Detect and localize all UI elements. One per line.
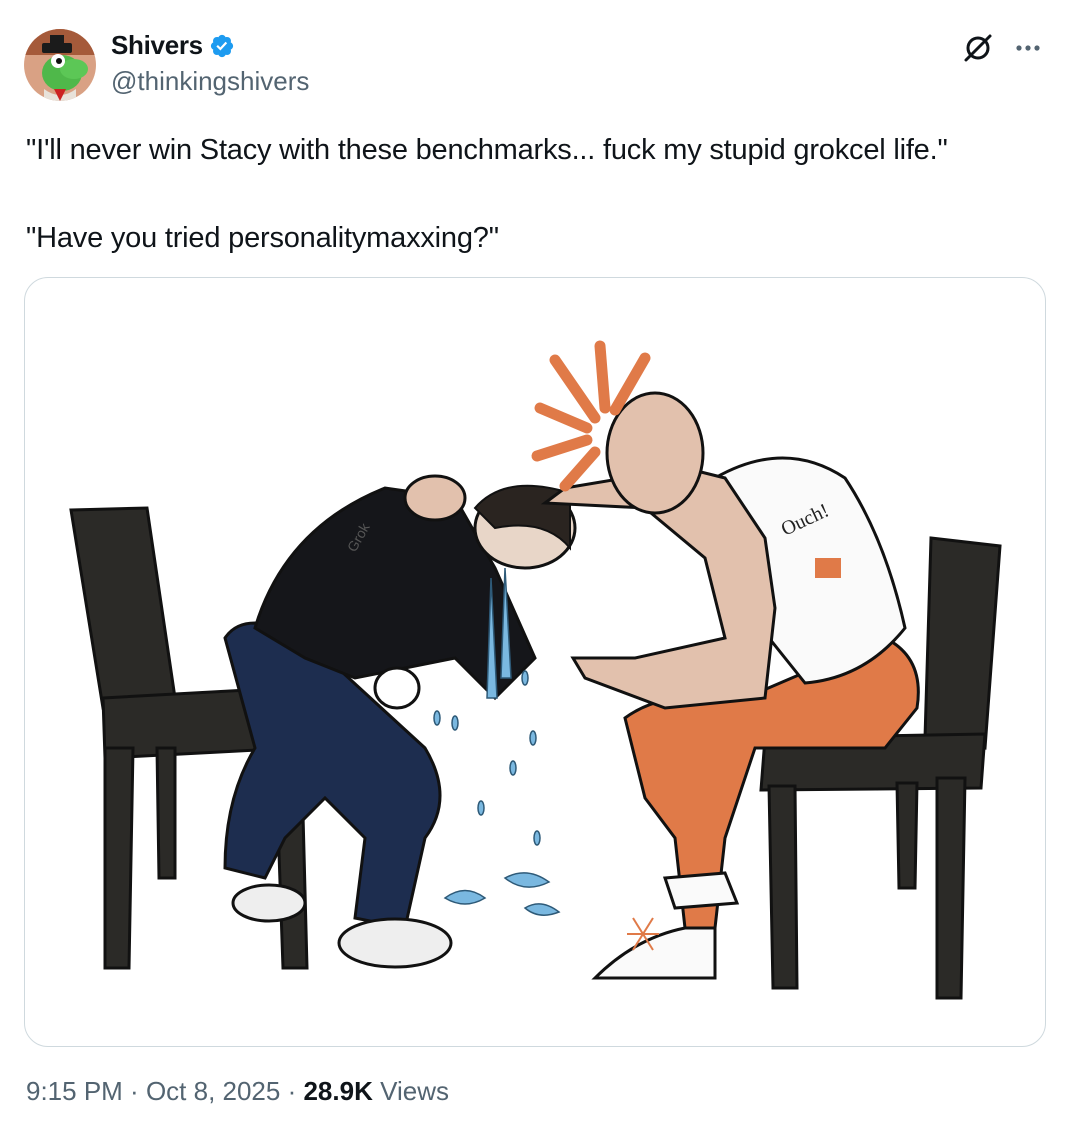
views-count: 28.9K <box>303 1076 373 1106</box>
grok-slash-circle-icon[interactable] <box>960 30 996 66</box>
more-dots-icon[interactable] <box>1010 30 1046 66</box>
author-handle[interactable]: @thinkingshivers <box>111 66 309 97</box>
verified-badge-icon <box>210 34 233 57</box>
green-dinosaur-avatar-icon <box>24 29 96 101</box>
tweet-meta: 9:15 PM · Oct 8, 2025 · 28.9K Views <box>26 1076 449 1107</box>
meta-separator: · <box>280 1076 304 1106</box>
tweet-time[interactable]: 9:15 PM <box>26 1076 123 1106</box>
meta-separator: · <box>122 1076 146 1106</box>
tweet-date[interactable]: Oct 8, 2025 <box>146 1076 280 1106</box>
views-label: Views <box>372 1076 449 1106</box>
ouch-logo-icon <box>815 558 841 578</box>
author-display-name[interactable]: Shivers <box>111 30 203 61</box>
author-name-row[interactable]: Shivers <box>111 30 235 61</box>
muscle-guy-head <box>605 391 705 515</box>
tweet-text: "I'll never win Stacy with these benchma… <box>26 134 948 254</box>
avatar[interactable] <box>24 29 96 101</box>
tweet-media-image[interactable]: Grok Ouch! <box>24 277 1046 1047</box>
comic-illustration: Grok Ouch! <box>69 340 1002 1000</box>
